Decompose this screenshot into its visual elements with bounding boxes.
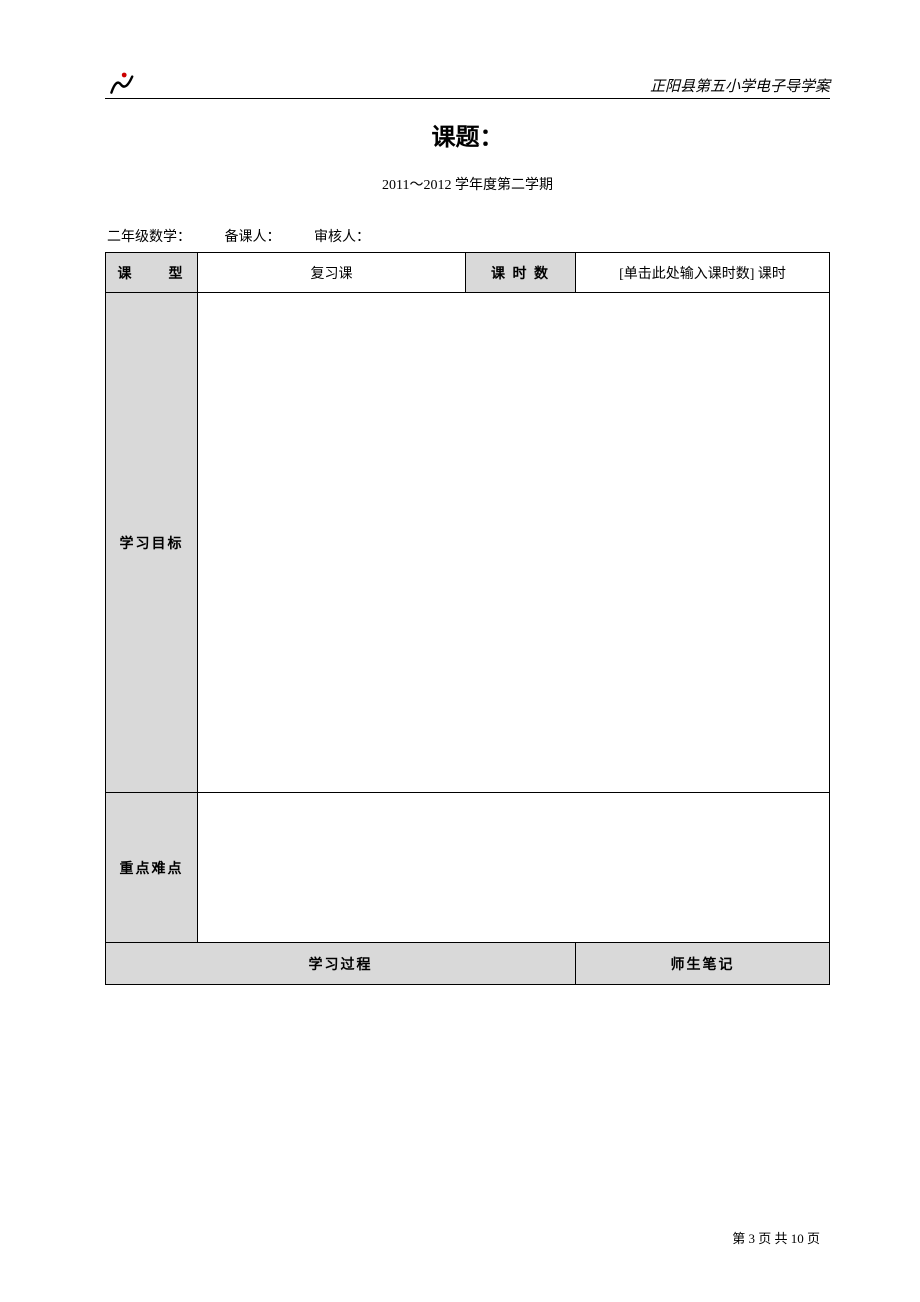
type-label-cell: 课 型 [106,253,198,293]
page-header: 正阳县第五小学电子导学案 [105,70,830,99]
table-row-type: 课 型 复习课 课 时 数 [单击此处输入课时数] 课时 [106,253,830,293]
process-label-cell: 学习过程 [106,943,576,985]
focus-label-cell: 重点难点 [106,793,198,943]
lesson-title: 课题： [105,117,830,152]
goals-label-cell: 学习目标 [106,293,198,793]
type-value-cell: 复习课 [198,253,466,293]
school-logo-icon [105,70,137,96]
preparer-label: 备课人： [225,230,281,245]
goals-content-cell[interactable] [198,293,830,793]
document-page: 正阳县第五小学电子导学案 课题： 2011～2012 学年度第二学期 二年级数学… [0,0,920,1302]
lesson-plan-table: 课 型 复习课 课 时 数 [单击此处输入课时数] 课时 学习目标 重点难点 学… [105,252,830,985]
header-school-name: 正阳县第五小学电子导学案 [650,75,830,96]
reviewer-label: 审核人： [314,230,370,245]
notes-label-cell: 师生笔记 [576,943,830,985]
focus-content-cell[interactable] [198,793,830,943]
hours-value-cell[interactable]: [单击此处输入课时数] 课时 [576,253,830,293]
hours-label-cell: 课 时 数 [466,253,576,293]
table-row-process: 学习过程 师生笔记 [106,943,830,985]
page-footer: 第 3 页 共 10 页 [732,1228,820,1247]
info-line: 二年级数学： 备课人： 审核人： [105,226,830,246]
table-row-focus: 重点难点 [106,793,830,943]
grade-subject-label: 二年级数学： [107,230,191,245]
term-subtitle: 2011～2012 学年度第二学期 [105,174,830,194]
table-row-goals: 学习目标 [106,293,830,793]
